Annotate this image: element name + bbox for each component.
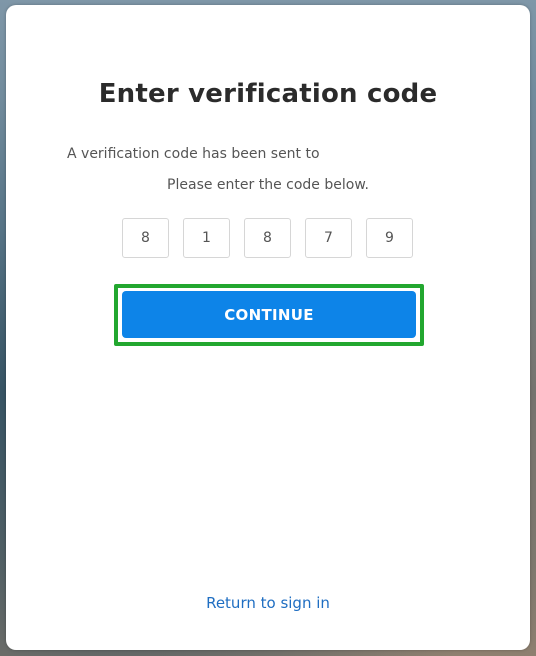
- code-digit-input-1[interactable]: 8: [122, 218, 169, 258]
- instruction-message: Please enter the code below.: [167, 177, 369, 193]
- page-title: Enter verification code: [98, 79, 438, 109]
- code-digit-input-2[interactable]: 1: [183, 218, 230, 258]
- code-digit-input-3[interactable]: 8: [244, 218, 291, 258]
- code-digit-input-4[interactable]: 7: [305, 218, 352, 258]
- continue-button[interactable]: CONTINUE: [122, 291, 416, 338]
- return-to-sign-in-link[interactable]: Return to sign in: [6, 594, 530, 612]
- verification-dialog: Enter verification code A verification c…: [6, 5, 530, 650]
- sent-message: A verification code has been sent to: [67, 146, 320, 162]
- code-input-group: 8 1 8 7 9: [122, 218, 413, 258]
- code-digit-input-5[interactable]: 9: [366, 218, 413, 258]
